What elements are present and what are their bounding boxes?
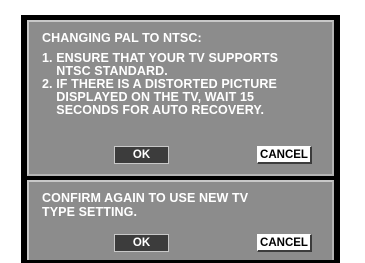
instruction-line: SECONDS FOR AUTO RECOVERY.	[42, 103, 265, 117]
cancel-button[interactable]: CANCEL	[257, 234, 312, 252]
dialog-title: CHANGING PAL TO NTSC:	[42, 31, 202, 45]
confirm-tv-type-dialog: CONFIRM AGAIN TO USE NEW TV TYPE SETTING…	[27, 180, 334, 260]
ok-button[interactable]: OK	[114, 146, 169, 164]
pal-to-ntsc-dialog: CHANGING PAL TO NTSC: 1. ENSURE THAT YOU…	[27, 20, 334, 176]
instructions-list: 1. ENSURE THAT YOUR TV SUPPORTS NTSC STA…	[42, 52, 278, 117]
confirm-line: CONFIRM AGAIN TO USE NEW TV	[42, 191, 249, 205]
ok-button[interactable]: OK	[114, 234, 169, 252]
cancel-button[interactable]: CANCEL	[257, 146, 312, 164]
confirm-line: TYPE SETTING.	[42, 205, 138, 219]
